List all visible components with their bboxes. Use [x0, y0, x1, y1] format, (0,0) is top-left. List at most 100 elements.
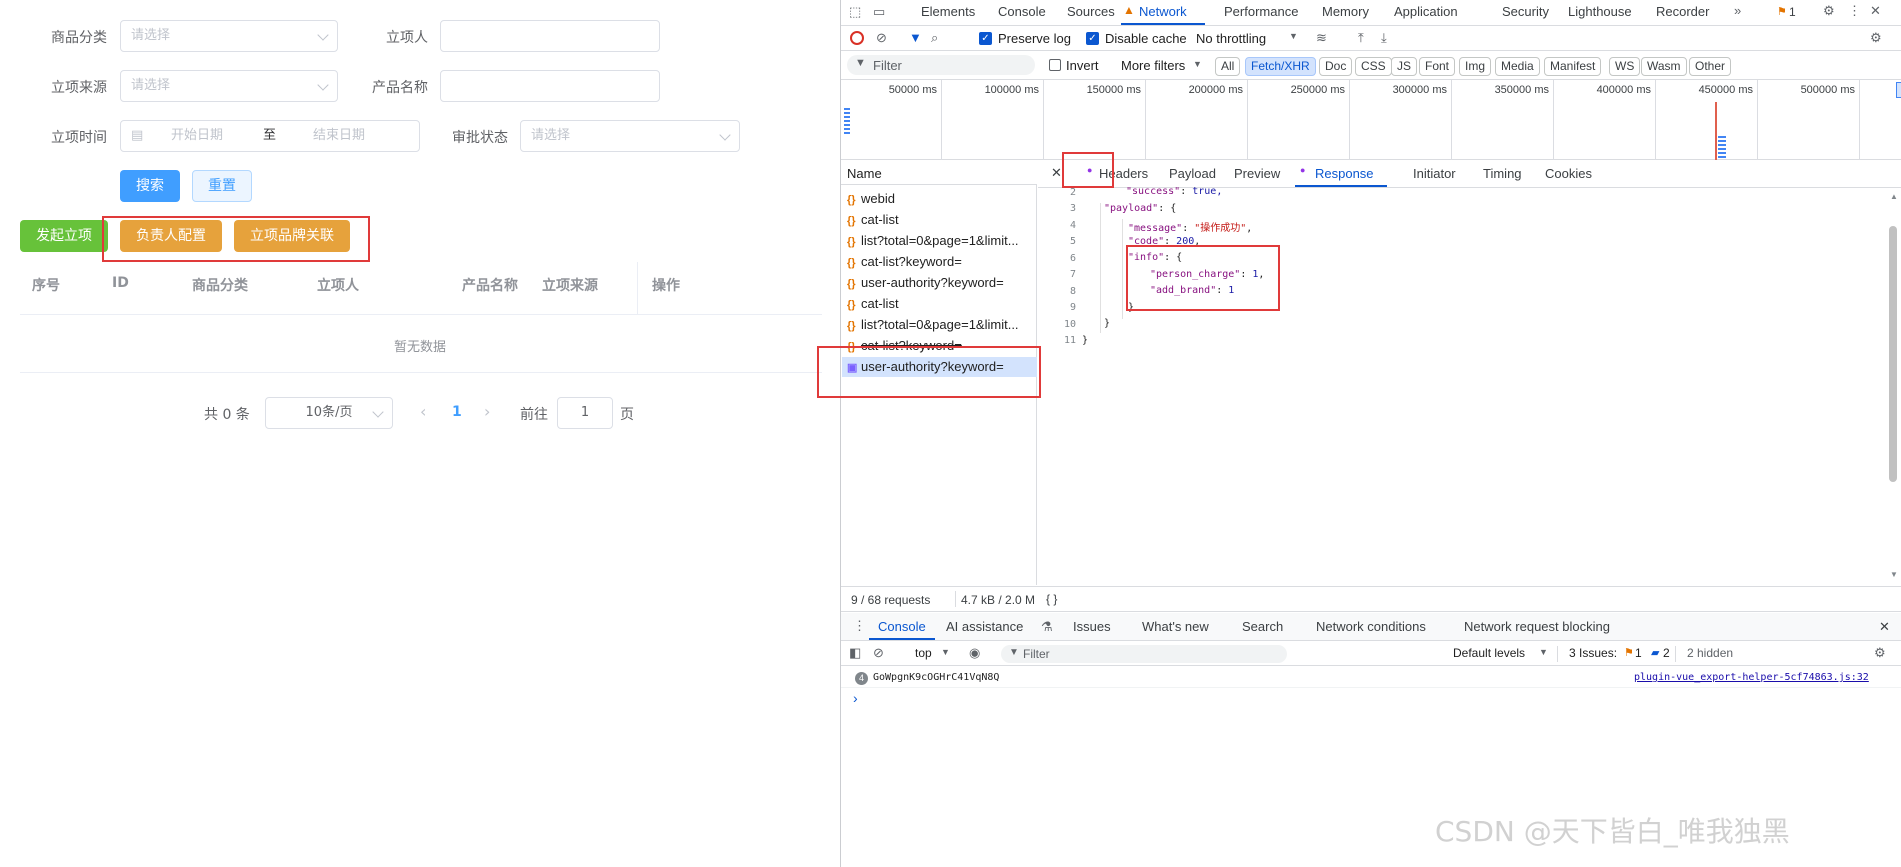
tab-timing[interactable]: Timing: [1483, 166, 1522, 181]
product-name-input[interactable]: [440, 70, 660, 102]
chip-wasm[interactable]: Wasm: [1641, 57, 1687, 76]
drawer-tab-console[interactable]: Console: [878, 619, 926, 634]
tab-sources[interactable]: Sources: [1067, 4, 1115, 19]
chip-doc[interactable]: Doc: [1319, 57, 1353, 76]
drawer-tab-ai-assistance[interactable]: AI assistance: [946, 619, 1023, 634]
settings-gear-icon[interactable]: ⚙: [1823, 3, 1835, 19]
tab-headers[interactable]: Headers: [1099, 166, 1148, 181]
request-row[interactable]: {} cat-list: [847, 296, 1041, 311]
tab-security[interactable]: Security: [1502, 4, 1549, 19]
scroll-down-icon[interactable]: ▼: [1890, 570, 1898, 579]
drawer-tab-network-request-blocking[interactable]: Network request blocking: [1464, 619, 1610, 634]
chip-js[interactable]: JS: [1391, 57, 1418, 76]
response-viewer[interactable]: 2 3 4 5 6 7 8 9 10 11 "success": true, "…: [1038, 186, 1882, 585]
filter-input[interactable]: ▼ Filter: [847, 55, 1035, 75]
owner-config-button[interactable]: 负责人配置: [120, 220, 222, 252]
category-select[interactable]: 请选择: [120, 20, 338, 52]
scroll-up-icon[interactable]: ▲: [1890, 192, 1898, 201]
chip-font[interactable]: Font: [1419, 57, 1456, 76]
tab-preview[interactable]: Preview: [1234, 166, 1280, 181]
chip-media[interactable]: Media: [1495, 57, 1540, 76]
chip-ws[interactable]: WS: [1609, 57, 1641, 76]
log-levels-select[interactable]: Default levels: [1453, 646, 1525, 660]
request-row[interactable]: {} list?total=0&page=1&limit...: [847, 233, 1041, 248]
initiator-input[interactable]: [440, 20, 660, 52]
tab-response[interactable]: Response: [1315, 166, 1374, 181]
import-har-icon[interactable]: ⤒: [1358, 30, 1364, 46]
page-size-select[interactable]: 10条/页: [265, 397, 393, 429]
response-scrollbar[interactable]: ▲ ▼: [1887, 192, 1899, 582]
preserve-log-checkbox[interactable]: ✓: [979, 32, 992, 45]
tab-console[interactable]: Console: [998, 4, 1046, 19]
tab-lighthouse[interactable]: Lighthouse: [1568, 4, 1632, 19]
tab-cookies[interactable]: Cookies: [1545, 166, 1592, 181]
context-select[interactable]: top: [915, 646, 932, 660]
more-filters-dropdown[interactable]: More filters: [1121, 58, 1185, 73]
issues-flag-icon[interactable]: ⚑: [1777, 5, 1787, 18]
tab-recorder[interactable]: Recorder: [1656, 4, 1709, 19]
search-button[interactable]: 搜索: [120, 170, 180, 202]
tab-payload[interactable]: Payload: [1169, 166, 1216, 181]
inspect-icon[interactable]: ⬚: [849, 4, 861, 20]
request-row[interactable]: {} user-authority?keyword=: [847, 275, 1041, 290]
reset-button[interactable]: 重置: [192, 170, 252, 202]
chip-other[interactable]: Other: [1689, 57, 1732, 76]
chip-all[interactable]: All: [1215, 57, 1241, 76]
request-row[interactable]: {} cat-list?keyword=: [847, 338, 1041, 353]
tab-network[interactable]: Network: [1139, 4, 1187, 19]
scrollbar-thumb[interactable]: [1889, 226, 1897, 482]
network-settings-gear-icon[interactable]: ⚙: [1870, 30, 1882, 46]
throttling-select[interactable]: No throttling: [1196, 31, 1266, 46]
log-source-link[interactable]: plugin-vue_export-helper-5cf74863.js:32: [1634, 672, 1869, 683]
approval-select[interactable]: 请选择: [520, 120, 740, 152]
create-project-button[interactable]: 发起立项: [20, 220, 108, 252]
clear-console-icon[interactable]: ⊘: [873, 645, 884, 661]
current-page[interactable]: 1: [452, 404, 462, 420]
more-options-icon[interactable]: ⋮: [1848, 3, 1861, 19]
drawer-tab-issues[interactable]: Issues: [1073, 619, 1111, 634]
more-tabs-icon[interactable]: »: [1734, 3, 1741, 18]
goto-page-input[interactable]: 1: [557, 397, 613, 429]
request-row[interactable]: {} cat-list: [847, 212, 1041, 227]
date-range-picker[interactable]: ▤ 开始日期 至 结束日期: [120, 120, 420, 152]
request-row-selected[interactable]: ▣ user-authority?keyword=: [847, 359, 1041, 374]
request-row[interactable]: {} webid: [847, 191, 1041, 206]
request-row[interactable]: {} list?total=0&page=1&limit...: [847, 317, 1041, 332]
request-row[interactable]: {} cat-list?keyword=: [847, 254, 1041, 269]
issues-label[interactable]: 3 Issues:: [1569, 646, 1617, 660]
search-icon[interactable]: ⌕: [931, 30, 938, 46]
tab-elements[interactable]: Elements: [921, 4, 975, 19]
chip-fetch-xhr[interactable]: Fetch/XHR: [1245, 57, 1316, 76]
close-drawer-icon[interactable]: ✕: [1879, 619, 1890, 635]
sidebar-toggle-icon[interactable]: ◧: [849, 645, 861, 661]
disable-cache-checkbox[interactable]: ✓: [1086, 32, 1099, 45]
tab-initiator[interactable]: Initiator: [1413, 166, 1456, 181]
filter-funnel-icon[interactable]: ▼: [909, 30, 922, 45]
drawer-tab-search[interactable]: Search: [1242, 619, 1283, 634]
console-settings-gear-icon[interactable]: ⚙: [1874, 645, 1886, 661]
console-prompt[interactable]: ›: [853, 690, 858, 706]
live-expression-eye-icon[interactable]: ◉: [969, 645, 980, 661]
close-detail-icon[interactable]: ✕: [1051, 165, 1062, 181]
next-page-icon[interactable]: ›: [484, 402, 490, 421]
network-conditions-icon[interactable]: ≋: [1316, 30, 1327, 46]
tab-memory[interactable]: Memory: [1322, 4, 1369, 19]
prev-page-icon[interactable]: ‹: [420, 402, 426, 421]
record-stop-icon[interactable]: [850, 31, 864, 45]
timeline-handle[interactable]: [1896, 82, 1901, 98]
tab-application[interactable]: Application: [1394, 4, 1458, 19]
source-select[interactable]: 请选择: [120, 70, 338, 102]
brand-link-button[interactable]: 立项品牌关联: [234, 220, 350, 252]
clear-icon[interactable]: ⊘: [876, 30, 887, 46]
drawer-tab-network-conditions[interactable]: Network conditions: [1316, 619, 1426, 634]
pretty-print-button[interactable]: { }: [1046, 592, 1057, 606]
drawer-tab-whats-new[interactable]: What's new: [1142, 619, 1209, 634]
console-filter-input[interactable]: ▼ Filter: [1001, 645, 1287, 663]
issues-info-count[interactable]: 2: [1663, 646, 1670, 660]
chip-css[interactable]: CSS: [1355, 57, 1392, 76]
chip-manifest[interactable]: Manifest: [1544, 57, 1602, 76]
close-icon[interactable]: ✕: [1870, 3, 1881, 19]
invert-checkbox[interactable]: [1049, 59, 1061, 71]
chip-img[interactable]: Img: [1459, 57, 1492, 76]
issues-warning-count[interactable]: 1: [1635, 646, 1642, 660]
